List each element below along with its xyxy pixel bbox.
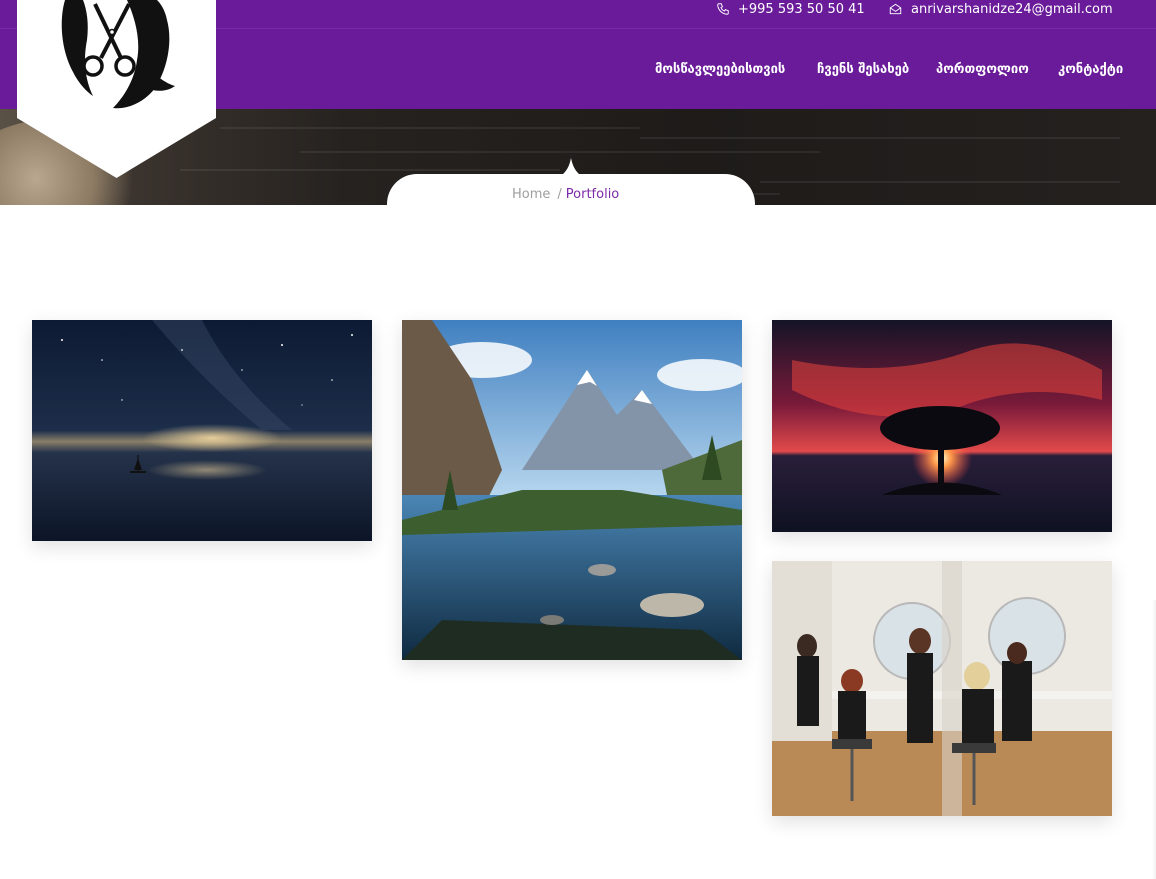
right-edge-shadow [1152, 600, 1156, 879]
banner-texture [180, 169, 560, 171]
breadcrumb: Home / Portfolio [512, 187, 619, 202]
envelope-icon [889, 3, 902, 15]
banner-texture [640, 137, 1120, 139]
nav-item-about[interactable]: ჩვენს შესახებ [817, 62, 909, 77]
site-logo[interactable] [17, 0, 216, 180]
banner-texture [760, 181, 1120, 183]
gallery-image-starry-sea[interactable] [32, 320, 372, 541]
email-address[interactable]: anrivarshanidze24@gmail.com [911, 2, 1113, 17]
email-contact[interactable]: anrivarshanidze24@gmail.com [888, 0, 1113, 18]
gallery-image-hair-salon[interactable] [772, 561, 1112, 816]
nav-item-portfolio[interactable]: პორთფოლიო [936, 62, 1029, 77]
breadcrumb-home-link[interactable]: Home [512, 187, 550, 202]
page: +995 593 50 50 41 anrivarshanidze24@gmai… [0, 0, 1156, 879]
phone-number[interactable]: +995 593 50 50 41 [738, 2, 865, 17]
phone-icon [717, 3, 729, 15]
breadcrumb-separator: / [557, 187, 562, 202]
phone-contact[interactable]: +995 593 50 50 41 [716, 0, 865, 18]
gallery-image-mountain-lake[interactable] [402, 320, 742, 660]
breadcrumb-current: Portfolio [565, 187, 620, 202]
hair-salon-scissors-logo [17, 0, 216, 178]
banner-texture [220, 127, 640, 129]
nav-item-contact[interactable]: კონტაქტი [1058, 62, 1123, 77]
nav-item-students[interactable]: მოსწავლეებისთვის [655, 62, 785, 77]
gallery-image-tree-sunset[interactable] [772, 320, 1112, 532]
banner-texture [300, 151, 820, 153]
